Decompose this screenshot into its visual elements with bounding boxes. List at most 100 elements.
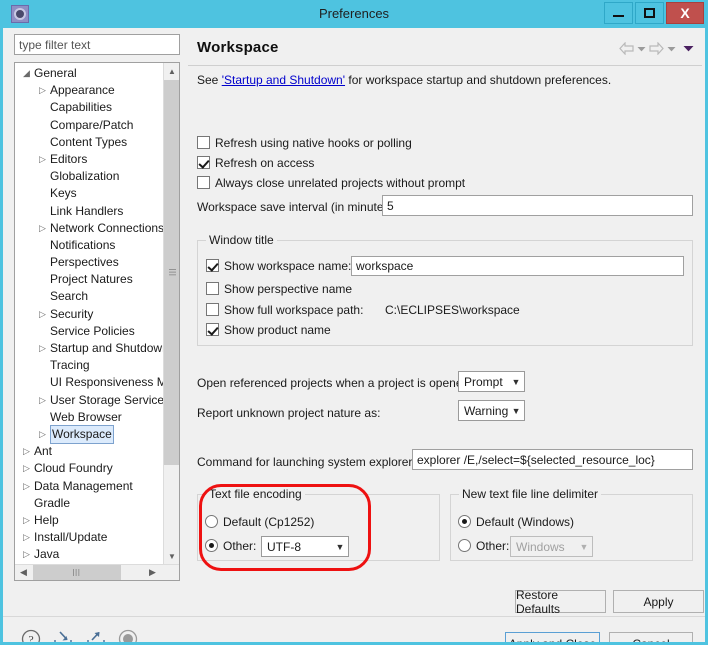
delimiter-combo[interactable]: Windows ▼	[510, 536, 593, 557]
tree-item[interactable]: ▷ Editors	[15, 151, 163, 168]
delimiter-other-radio[interactable]	[458, 539, 471, 552]
preference-tree[interactable]: ◢ General ▷ Appearance Capabilities Compare/P…	[14, 62, 180, 581]
show-product-name-checkbox[interactable]	[206, 323, 219, 336]
encoding-other-row[interactable]: Other:	[205, 539, 256, 553]
tree-item[interactable]: UI Responsiveness Monitoring	[15, 374, 163, 391]
chevron-right-icon[interactable]: ▶	[144, 565, 161, 580]
tree-item[interactable]: Gradle	[15, 495, 163, 512]
save-interval-label: Workspace save interval (in minutes):	[197, 200, 397, 214]
tree-collapsed-arrow-icon[interactable]: ▷	[37, 392, 48, 409]
report-unknown-nature-combo[interactable]: Warning ▼	[458, 400, 525, 421]
tree-collapsed-arrow-icon[interactable]: ▷	[21, 443, 32, 460]
tree-item[interactable]: ▷ Ant	[15, 443, 163, 460]
show-full-path-row[interactable]: Show full workspace path:	[206, 303, 363, 317]
tree-item[interactable]: Project Natures	[15, 271, 163, 288]
tree-collapsed-arrow-icon[interactable]: ▷	[37, 306, 48, 323]
tree-item[interactable]: ▷ Java	[15, 546, 163, 561]
tree-item[interactable]: Globalization	[15, 168, 163, 185]
delimiter-default-row[interactable]: Default (Windows)	[458, 515, 574, 529]
tree-collapsed-arrow-icon[interactable]: ▷	[37, 340, 48, 357]
refresh-on-access-checkbox[interactable]	[197, 156, 210, 169]
encoding-default-radio[interactable]	[205, 515, 218, 528]
chevron-down-icon[interactable]: ▼	[164, 548, 179, 565]
close-unrelated-projects-checkbox[interactable]	[197, 176, 210, 189]
tree-vertical-scrollbar[interactable]: ▲ ▼	[163, 63, 179, 565]
tree-item[interactable]: Link Handlers	[15, 203, 163, 220]
tree-item[interactable]: ◢ General	[15, 65, 163, 82]
forward-arrow-icon[interactable]	[649, 42, 664, 55]
tree-item[interactable]: Perspectives	[15, 254, 163, 271]
refresh-native-hooks-checkbox[interactable]	[197, 136, 210, 149]
tree-item[interactable]: Search	[15, 288, 163, 305]
tree-item[interactable]: Content Types	[15, 134, 163, 151]
open-referenced-projects-combo[interactable]: Prompt ▼	[458, 371, 525, 392]
open-referenced-projects-label: Open referenced projects when a project …	[197, 376, 473, 390]
tree-item[interactable]: ▷ Startup and Shutdown	[15, 340, 163, 357]
refresh-native-hooks-row[interactable]: Refresh using native hooks or polling	[197, 136, 412, 150]
tree-item[interactable]: ▷ Help	[15, 512, 163, 529]
restore-defaults-button[interactable]: Restore Defaults	[515, 588, 606, 616]
tree-item[interactable]: ▷ Data Management	[15, 478, 163, 495]
refresh-on-access-row[interactable]: Refresh on access	[197, 156, 314, 170]
show-workspace-name-row[interactable]: Show workspace name:	[206, 259, 351, 273]
tree-collapsed-arrow-icon[interactable]: ▷	[37, 82, 48, 99]
tree-item[interactable]: ▷ User Storage Service	[15, 392, 163, 409]
maximize-button[interactable]	[635, 2, 664, 24]
tree-collapsed-arrow-icon[interactable]: ▷	[21, 512, 32, 529]
tree-collapsed-arrow-icon[interactable]: ▷	[21, 478, 32, 495]
show-full-workspace-path-checkbox[interactable]	[206, 303, 219, 316]
startup-shutdown-link[interactable]: 'Startup and Shutdown'	[222, 73, 345, 87]
tree-item[interactable]: ▷ Workspace	[15, 424, 163, 445]
system-explorer-command-input[interactable]	[412, 449, 693, 470]
tree-item[interactable]: Web Browser	[15, 409, 163, 426]
encoding-default-row[interactable]: Default (Cp1252)	[205, 515, 314, 529]
tree-expanded-arrow-icon[interactable]: ◢	[21, 65, 32, 82]
tree-collapsed-arrow-icon[interactable]: ▷	[21, 460, 32, 477]
tree-collapsed-arrow-icon[interactable]: ▷	[37, 220, 48, 237]
forward-menu-chevron-down-icon[interactable]	[667, 46, 676, 52]
close-unrelated-projects-row[interactable]: Always close unrelated projects without …	[197, 176, 465, 190]
tree-item[interactable]: Service Policies	[15, 323, 163, 340]
tree-collapsed-arrow-icon[interactable]: ▷	[21, 546, 32, 561]
chevron-up-icon[interactable]: ▲	[164, 63, 179, 80]
chevron-left-icon[interactable]: ◀	[15, 565, 32, 580]
page-menu-chevron-down-icon[interactable]	[683, 45, 694, 52]
tree-collapsed-arrow-icon[interactable]: ▷	[21, 529, 32, 546]
encoding-other-radio[interactable]	[205, 539, 218, 552]
tree-item[interactable]: Capabilities	[15, 99, 163, 116]
encoding-combo[interactable]: UTF-8 ▼	[261, 536, 349, 557]
back-arrow-icon[interactable]	[619, 42, 634, 55]
close-button[interactable]: X	[666, 2, 704, 24]
close-unrelated-projects-label: Always close unrelated projects without …	[215, 176, 466, 190]
tree-horizontal-scrollbar[interactable]: ◀ ▶	[15, 564, 179, 580]
save-interval-input[interactable]	[382, 195, 693, 216]
tree-item[interactable]: Keys	[15, 185, 163, 202]
minimize-button[interactable]	[604, 2, 633, 24]
back-menu-chevron-down-icon[interactable]	[637, 46, 646, 52]
tree-item[interactable]: Tracing	[15, 357, 163, 374]
tree-item[interactable]: ▷ Cloud Foundry	[15, 460, 163, 477]
delimiter-default-radio[interactable]	[458, 515, 471, 528]
show-workspace-name-checkbox[interactable]	[206, 259, 219, 272]
tree-item[interactable]: ▷ Network Connections	[15, 220, 163, 237]
hscroll-thumb[interactable]	[33, 565, 121, 580]
tree-item[interactable]: ▷ Install/Update	[15, 529, 163, 546]
show-perspective-name-checkbox[interactable]	[206, 282, 219, 295]
show-product-name-row[interactable]: Show product name	[206, 323, 331, 337]
tree-item-label: Help	[34, 512, 59, 527]
workspace-name-input[interactable]	[351, 256, 684, 276]
tree-item[interactable]: ▷ Appearance	[15, 82, 163, 99]
tree-item[interactable]: Compare/Patch	[15, 117, 163, 134]
vscroll-track[interactable]	[164, 80, 179, 548]
tree-collapsed-arrow-icon[interactable]: ▷	[37, 426, 48, 443]
tree-collapsed-arrow-icon[interactable]: ▷	[37, 151, 48, 168]
delimiter-other-row[interactable]: Other:	[458, 539, 509, 553]
apply-button[interactable]: Apply	[613, 590, 704, 613]
tree-item[interactable]: ▷ Security	[15, 306, 163, 323]
tree-item[interactable]: Notifications	[15, 237, 163, 254]
show-perspective-name-row[interactable]: Show perspective name	[206, 282, 352, 296]
text-file-encoding-group-label: Text file encoding	[206, 487, 305, 501]
vscroll-thumb[interactable]	[164, 80, 179, 465]
tree-item-label: Appearance	[50, 83, 115, 98]
filter-input[interactable]	[14, 34, 180, 55]
